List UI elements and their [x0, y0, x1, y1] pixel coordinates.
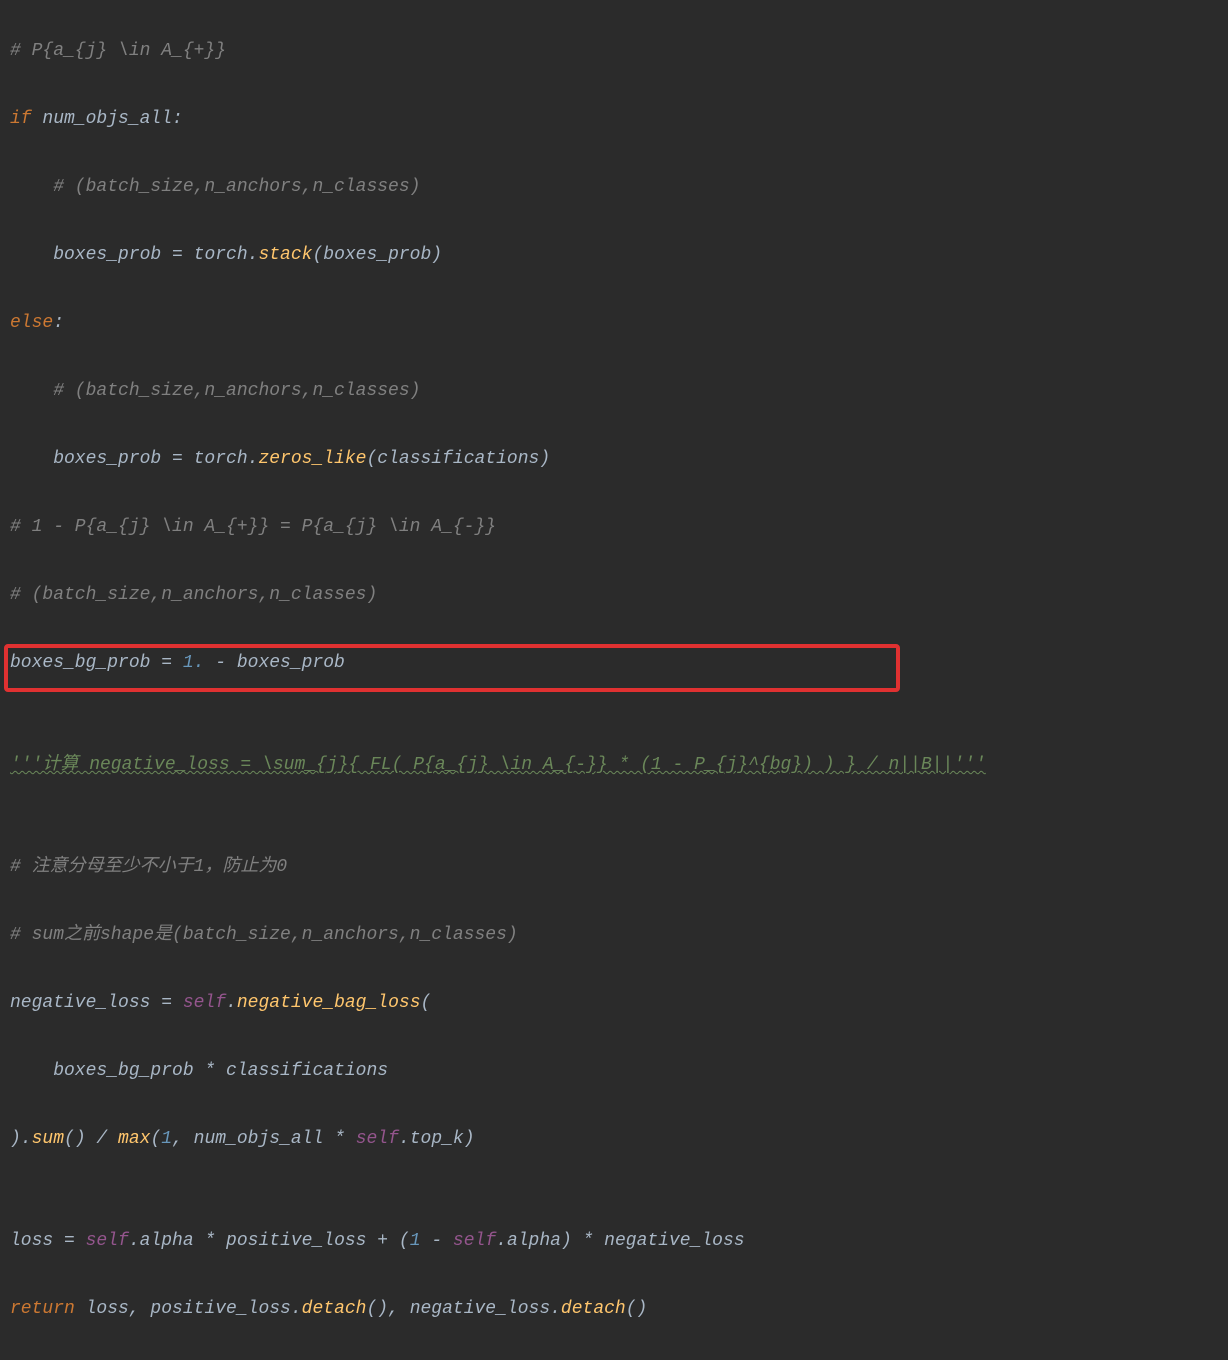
identifier: () — [626, 1299, 648, 1319]
code-editor[interactable]: # P{a_{j} \in A_{+}} if num_objs_all: # … — [0, 0, 1228, 1360]
comment: # P{a_{j} \in A_{+}} — [10, 41, 226, 61]
code-line: # (batch_size,n_anchors,n_classes) — [10, 578, 1218, 612]
comment: # (batch_size,n_anchors,n_classes) — [10, 381, 420, 401]
dot: . — [226, 993, 237, 1013]
code-line: # (batch_size,n_anchors,n_classes) — [10, 170, 1218, 204]
function-call: max — [118, 1129, 150, 1149]
code-line: return loss, positive_loss.detach(), neg… — [10, 1292, 1218, 1326]
function-call: stack — [258, 245, 312, 265]
function-call: sum — [32, 1129, 64, 1149]
identifier: num_objs_all: — [42, 109, 182, 129]
identifier: negative_loss = — [10, 993, 183, 1013]
self-keyword: self — [183, 993, 226, 1013]
identifier: boxes_prob = torch. — [10, 449, 258, 469]
code-line: boxes_bg_prob * classifications — [10, 1054, 1218, 1088]
identifier: .alpha * positive_loss + ( — [129, 1231, 410, 1251]
keyword-else: else — [10, 313, 53, 333]
comment: # 1 - P{a_{j} \in A_{+}} = P{a_{j} \in A… — [10, 517, 496, 537]
code-line: # 注意分母至少不小于1，防止为0 — [10, 850, 1218, 884]
docstring: '''计算 negative_loss = \sum_{j}{ FL( P{a_… — [10, 755, 986, 775]
code-line: boxes_bg_prob = 1. - boxes_prob — [10, 646, 1218, 680]
code-line: if num_objs_all: — [10, 102, 1218, 136]
code-line: ).sum() / max(1, num_objs_all * self.top… — [10, 1122, 1218, 1156]
colon: : — [53, 313, 64, 333]
identifier: loss = — [10, 1231, 86, 1251]
identifier: () / — [64, 1129, 118, 1149]
operator: = — [172, 245, 194, 265]
identifier: loss, positive_loss. — [86, 1299, 302, 1319]
identifier: (boxes_prob) — [312, 245, 442, 265]
self-keyword: self — [356, 1129, 399, 1149]
identifier: (), negative_loss. — [366, 1299, 560, 1319]
identifier: .alpha) * negative_loss — [496, 1231, 744, 1251]
identifier: (classifications) — [366, 449, 550, 469]
identifier: - boxes_prob — [204, 653, 344, 673]
comment: # sum之前shape是(batch_size,n_anchors,n_cla… — [10, 925, 518, 945]
identifier: , num_objs_all * — [172, 1129, 356, 1149]
function-call: zeros_like — [258, 449, 366, 469]
code-line: # 1 - P{a_{j} \in A_{+}} = P{a_{j} \in A… — [10, 510, 1218, 544]
identifier: boxes_bg_prob = — [10, 653, 183, 673]
number-literal: 1 — [161, 1129, 172, 1149]
self-keyword: self — [86, 1231, 129, 1251]
function-call: detach — [302, 1299, 367, 1319]
function-call: detach — [561, 1299, 626, 1319]
self-keyword: self — [453, 1231, 496, 1251]
code-line: boxes_prob = torch.zeros_like(classifica… — [10, 442, 1218, 476]
identifier: .top_k) — [399, 1129, 475, 1149]
code-line: # (batch_size,n_anchors,n_classes) — [10, 374, 1218, 408]
keyword-if: if — [10, 109, 42, 129]
code-line: boxes_prob = torch.stack(boxes_prob) — [10, 238, 1218, 272]
paren: ( — [421, 993, 432, 1013]
function-call: negative_bag_loss — [237, 993, 421, 1013]
number-literal: 1 — [410, 1231, 421, 1251]
code-line: '''计算 negative_loss = \sum_{j}{ FL( P{a_… — [10, 748, 1218, 782]
identifier: ). — [10, 1129, 32, 1149]
code-line: # P{a_{j} \in A_{+}} — [10, 34, 1218, 68]
comment: # (batch_size,n_anchors,n_classes) — [10, 585, 377, 605]
comment: # (batch_size,n_anchors,n_classes) — [10, 177, 420, 197]
highlighted-code-line: loss = self.alpha * positive_loss + (1 -… — [10, 1224, 1218, 1258]
code-line: else: — [10, 306, 1218, 340]
identifier: torch. — [194, 245, 259, 265]
identifier: ( — [150, 1129, 161, 1149]
comment: # 注意分母至少不小于1，防止为0 — [10, 857, 287, 877]
identifier: boxes_prob — [10, 245, 172, 265]
code-line: negative_loss = self.negative_bag_loss( — [10, 986, 1218, 1020]
identifier: - — [421, 1231, 453, 1251]
identifier: boxes_bg_prob * classifications — [10, 1061, 388, 1081]
keyword-return: return — [10, 1299, 86, 1319]
number-literal: 1. — [183, 653, 205, 673]
code-line: # sum之前shape是(batch_size,n_anchors,n_cla… — [10, 918, 1218, 952]
